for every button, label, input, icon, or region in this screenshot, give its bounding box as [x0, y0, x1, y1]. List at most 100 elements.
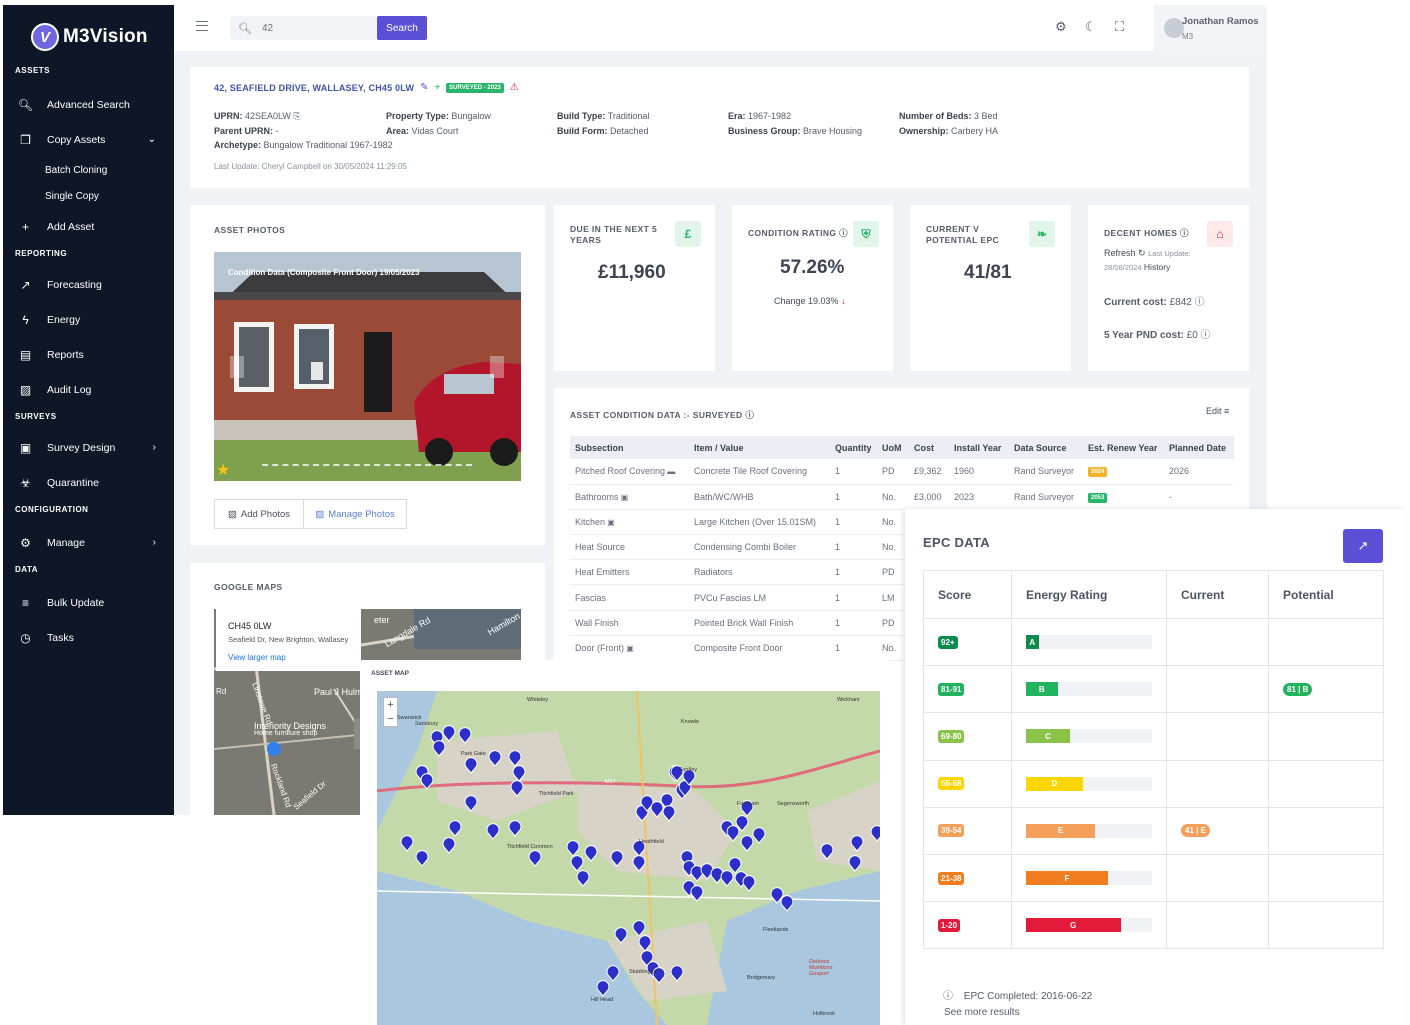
info-icon[interactable]: ⓘ [1195, 297, 1205, 308]
camera-icon[interactable]: ▣ [605, 518, 615, 527]
copy-icon[interactable]: ⎘ [293, 111, 300, 121]
epc-score-badge: 69-80 [938, 729, 965, 743]
epc-score-cell: 21-38 [923, 853, 1012, 903]
star-icon[interactable]: ★ [216, 460, 230, 480]
sidebar-item-label: Forecasting [47, 278, 102, 291]
epc-rating-bar: G [1026, 918, 1121, 933]
sidebar-item-tasks[interactable]: ◷ Tasks [3, 620, 174, 655]
sidebar-item-forecasting[interactable]: ↗ Forecasting [3, 267, 174, 302]
carousel-next-button[interactable] [490, 356, 504, 378]
column-header[interactable]: Planned Date [1164, 436, 1234, 459]
comment-icon[interactable]: ▬ [665, 467, 675, 476]
condition-value: 57.26% [780, 257, 845, 278]
hamburger-menu-icon[interactable] [196, 21, 208, 31]
sidebar-item-quarantine[interactable]: ☣ Quarantine [3, 465, 174, 500]
search-input[interactable]: 🔍︎ 42 [230, 16, 377, 40]
info-icon[interactable]: ⓘ [745, 410, 754, 420]
moon-icon[interactable]: ☾ [1085, 19, 1097, 35]
zoom-out-button[interactable]: − [384, 712, 397, 726]
condition-data-title-text: ASSET CONDITION DATA :- SURVEYED [570, 410, 743, 420]
carousel-indicators[interactable] [262, 464, 472, 466]
table-header-row: Subsection Item / Value Quantity UoM Cos… [570, 436, 1234, 459]
cell-cost-text: £9,362 [914, 466, 942, 477]
table-row[interactable]: Bathrooms ▣ Bath/WC/WHB 1 No. £3,000 2023 Rand… [570, 484, 1234, 510]
fullscreen-icon[interactable]: ⛶ [1115, 19, 1124, 35]
add-photos-button[interactable]: ▧ Add Photos [214, 499, 304, 529]
cell-renew-year-text: 2024 [1088, 467, 1108, 478]
epc-rating-bar-track: F [1026, 871, 1152, 886]
info-icon[interactable]: ⓘ [839, 228, 848, 238]
column-header[interactable]: UoM [877, 436, 909, 459]
column-header[interactable]: Cost [909, 436, 949, 459]
search-button[interactable]: Search [377, 16, 427, 40]
epc-current-cell [1166, 759, 1269, 808]
epc-potential-badge: 81 | B [1283, 682, 1313, 696]
see-more-results-link[interactable]: See more results [944, 1007, 1020, 1018]
cell-subsection-text: Pitched Roof Covering [575, 466, 666, 477]
cell-quantity: 1 [830, 509, 877, 536]
epc-data-title: EPC DATA [923, 535, 990, 550]
epc-completed: ⓘ EPC Completed: 2016-06-22 [943, 987, 1092, 1002]
brand[interactable]: V M3Vision [3, 5, 174, 57]
sidebar-item-reports[interactable]: ▤ Reports [3, 337, 174, 372]
google-maps-title: GOOGLE MAPS [214, 582, 283, 592]
pin-icon[interactable]: ⌖ [435, 82, 441, 93]
sidebar-item-audit-log[interactable]: ▨ Audit Log [3, 372, 174, 407]
view-larger-map-link[interactable]: View larger map [228, 653, 361, 662]
column-header[interactable]: Subsection [570, 436, 689, 459]
info-icon[interactable]: ⓘ [1180, 228, 1189, 238]
user-menu[interactable]: Jonathan Ramos M3 [1154, 5, 1267, 51]
column-header[interactable]: Quantity [830, 436, 877, 459]
info-icon[interactable]: ⓘ [1201, 330, 1211, 341]
sidebar-item-batch-cloning[interactable]: Batch Cloning [3, 157, 174, 183]
zoom-in-button[interactable]: + [384, 698, 397, 712]
sidebar-item-copy-assets[interactable]: ❐ Copy Assets ⌄ [3, 122, 174, 157]
refresh-icon[interactable]: ↻ [1138, 248, 1146, 258]
column-header[interactable]: Data Source [1009, 436, 1083, 459]
refresh-link[interactable]: Refresh [1104, 248, 1136, 258]
edit-button[interactable]: Edit ≡ [1206, 406, 1229, 416]
cell-item: Large Kitchen (Over 15.01SM) [689, 509, 830, 536]
epc-row: 39-54 E 41 | E [923, 806, 1384, 855]
epc-stat-value: 41/81 [964, 262, 1012, 283]
settings-icon[interactable]: ⚙ [1055, 19, 1067, 35]
label-build-form: Build Form: [557, 125, 608, 136]
asset-info-col-1: UPRN: 42SEA0LW ⎘ Parent UPRN: - Archetyp… [214, 109, 393, 153]
map-place-label: Stubbington [629, 969, 659, 975]
history-link[interactable]: History [1144, 262, 1170, 272]
cell-quantity: 1 [830, 484, 877, 510]
sidebar-item-add-asset[interactable]: + Add Asset [3, 209, 174, 244]
search-icon: 🔍︎ [17, 97, 34, 112]
carousel-prev-button[interactable] [230, 356, 244, 378]
camera-icon[interactable]: ▣ [624, 644, 634, 653]
sidebar-item-single-copy[interactable]: Single Copy [3, 183, 174, 209]
sidebar-item-advanced-search[interactable]: 🔍︎ Advanced Search [3, 87, 174, 122]
epc-rating-bar-track: C [1026, 729, 1152, 744]
epc-current-cell [1166, 901, 1269, 950]
cell-renew-year: 2053 [1083, 484, 1164, 510]
map-place-label: Segensworth [777, 801, 810, 807]
asset-map[interactable]: + − Swanwick Sarisbury Titchfield Park T… [377, 691, 880, 1025]
house-photo [214, 252, 521, 481]
due-title: DUE IN THE NEXT 5 YEARS [570, 224, 657, 246]
cell-item: Composite Front Door [689, 635, 830, 662]
edit-pencil-icon[interactable]: ✎ [420, 82, 428, 93]
cell-subsection: Bathrooms ▣ [570, 484, 689, 510]
label-era: Era: [728, 111, 746, 121]
table-row[interactable]: Pitched Roof Covering ▬ Concrete Tile Roo… [570, 459, 1234, 485]
asset-photo-carousel[interactable]: Condition Data (Composite Front Door) 19… [214, 252, 521, 481]
sidebar-item-energy[interactable]: ϟ Energy [3, 302, 174, 337]
sidebar-item-bulk-update[interactable]: ≡ Bulk Update [3, 585, 174, 620]
cell-subsection-text: Bathrooms [575, 491, 619, 502]
condition-title-text: CONDITION RATING [748, 228, 837, 238]
map-label: Rd [216, 687, 227, 696]
column-header[interactable]: Est. Renew Year [1083, 436, 1164, 459]
column-header[interactable]: Install Year [949, 436, 1009, 459]
epc-chart-button[interactable]: ↗ [1343, 529, 1383, 563]
sidebar-item-survey-design[interactable]: ▣ Survey Design › [3, 430, 174, 465]
camera-icon[interactable]: ▣ [619, 493, 629, 502]
column-header[interactable]: Item / Value [689, 436, 830, 459]
epc-rating-bar: B [1026, 682, 1058, 697]
manage-photos-button[interactable]: ▧ Manage Photos [303, 499, 407, 529]
sidebar-item-manage[interactable]: ⚙ Manage › [3, 525, 174, 560]
